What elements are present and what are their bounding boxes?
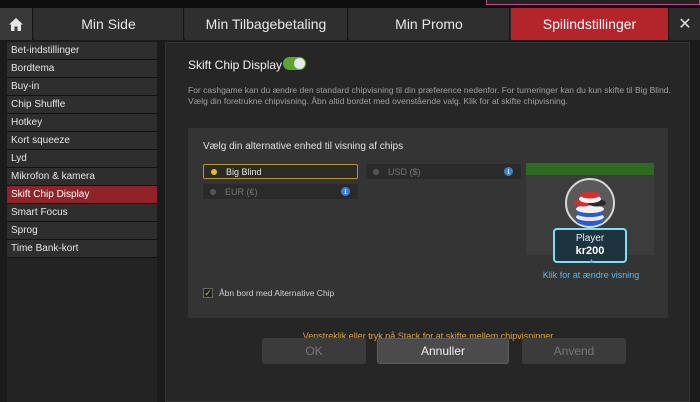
top-strip: [0, 0, 700, 8]
sidebar-item-sprog[interactable]: Sprog: [7, 222, 157, 240]
sidebar-item-kort-squeeze[interactable]: Kort squeeze: [7, 132, 157, 150]
home-button[interactable]: [0, 8, 33, 40]
radio-icon: [210, 188, 216, 195]
chip-display-toggle[interactable]: [283, 57, 306, 70]
ok-button[interactable]: OK: [262, 338, 366, 364]
check-icon[interactable]: ✓: [203, 288, 213, 298]
tab-min-side[interactable]: Min Side: [34, 8, 184, 40]
tab-spilindstillinger[interactable]: Spilindstillinger: [511, 8, 669, 40]
sidebar-item-smart-focus[interactable]: Smart Focus: [7, 204, 157, 222]
apply-button[interactable]: Anvend: [522, 338, 626, 364]
option-usd[interactable]: USD ($): [366, 164, 521, 179]
sidebar-item-chip-shuffle[interactable]: Chip Shuffle: [7, 96, 157, 114]
cancel-button[interactable]: Annuller: [377, 338, 509, 364]
checkbox-label: Åbn bord med Alternative Chip: [219, 288, 335, 298]
radio-icon: [373, 168, 379, 175]
home-icon: [9, 17, 23, 31]
close-icon: ✕: [678, 16, 692, 33]
sidebar-item-buy-in[interactable]: Buy-in: [7, 78, 157, 96]
close-button[interactable]: ✕: [670, 8, 700, 40]
sidebar-item-bet-indstillinger[interactable]: Bet-indstillinger: [7, 42, 157, 60]
option-eur[interactable]: EUR (€): [203, 184, 358, 199]
option-label: EUR (€): [225, 186, 258, 197]
info-icon[interactable]: i: [504, 167, 513, 176]
sidebar-item-mikrofon-kamera[interactable]: Mikrofon & kamera: [7, 168, 157, 186]
tab-min-promo[interactable]: Min Promo: [349, 8, 510, 40]
sidebar-item-skift-chip-display[interactable]: Skift Chip Display: [7, 186, 157, 204]
player-stack-amount: kr200: [575, 245, 605, 257]
sidebar-item-bordtema[interactable]: Bordtema: [7, 60, 157, 78]
chip-unit-panel: Vælg din alternative enhed til visning a…: [188, 128, 668, 341]
panel-title: Vælg din alternative enhed til visning a…: [203, 141, 404, 152]
chip-preview[interactable]: Player kr200: [526, 163, 654, 263]
change-display-link[interactable]: Klik for at ændre visning: [531, 270, 651, 280]
option-label: USD ($): [388, 166, 421, 177]
sidebar-item-lyd[interactable]: Lyd: [7, 150, 157, 168]
settings-content: Skift Chip Display For cashgame kan du æ…: [165, 42, 690, 402]
info-icon[interactable]: i: [341, 187, 350, 196]
settings-sidebar: Bet-indstillinger Bordtema Buy-in Chip S…: [7, 42, 157, 258]
radio-icon: [211, 168, 217, 175]
top-search-bar[interactable]: [486, 0, 700, 5]
chip-stack-icon: [565, 178, 615, 228]
toggle-knob: [294, 58, 305, 69]
sidebar-item-time-bank-kort[interactable]: Time Bank-kort: [7, 240, 157, 258]
sidebar-empty-area: [7, 258, 157, 402]
player-name: Player: [575, 233, 605, 244]
open-with-alt-chip-row[interactable]: ✓ Åbn bord med Alternative Chip: [203, 288, 334, 298]
tab-min-tilbagebetaling[interactable]: Min Tilbagebetaling: [185, 8, 348, 40]
option-big-blind[interactable]: Big Blind: [203, 164, 358, 179]
option-label: Big Blind: [226, 166, 262, 177]
caret-up-icon: ▲: [588, 258, 595, 265]
page-title: Skift Chip Display: [188, 58, 283, 72]
description-text: For cashgame kan du ændre den standard c…: [188, 85, 671, 106]
sidebar-item-hotkey[interactable]: Hotkey: [7, 114, 157, 132]
tab-bar: Min Side Min Tilbagebetaling Min Promo S…: [0, 8, 700, 40]
